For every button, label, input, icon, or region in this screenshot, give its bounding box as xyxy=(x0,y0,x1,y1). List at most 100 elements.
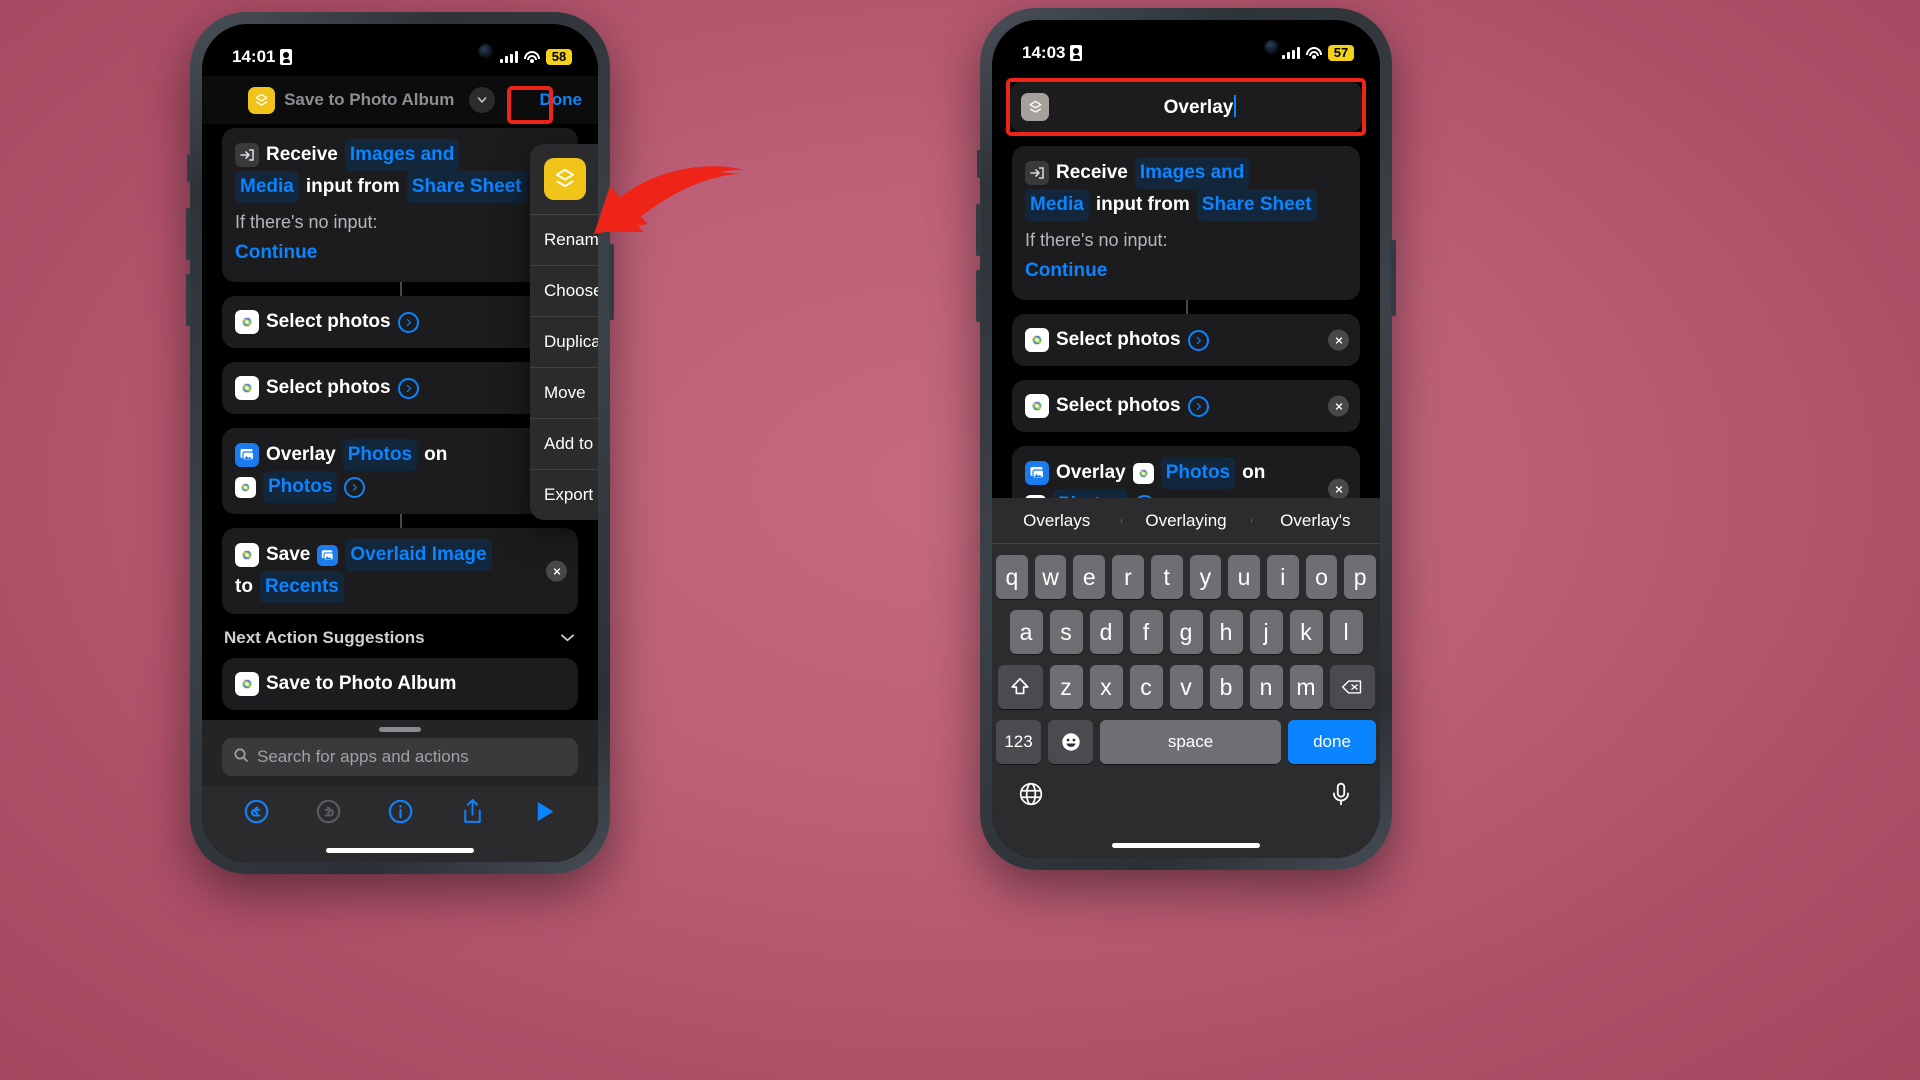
action-select-photos-1[interactable]: Select photos xyxy=(1012,314,1360,366)
done-key[interactable]: done xyxy=(1288,720,1376,764)
key-q[interactable]: q xyxy=(995,555,1028,599)
done-button[interactable]: Done xyxy=(540,90,583,110)
volume-down-button[interactable] xyxy=(976,270,981,322)
menu-item-add-to-home-screen[interactable]: Add to Home Screen xyxy=(530,419,598,470)
lock-icon xyxy=(1070,45,1083,61)
mute-switch[interactable] xyxy=(977,150,981,178)
key-g[interactable]: g xyxy=(1169,610,1203,654)
prediction-2[interactable]: Overlaying xyxy=(1121,511,1250,531)
space-key[interactable]: space xyxy=(1100,720,1281,764)
key-d[interactable]: d xyxy=(1089,610,1123,654)
action-receive-input[interactable]: Receive Images and Media input from Shar… xyxy=(1012,146,1360,314)
token-images-and[interactable]: Images and xyxy=(1134,157,1250,189)
token-media[interactable]: Media xyxy=(1025,189,1089,221)
close-icon[interactable] xyxy=(1328,329,1349,351)
photos-icon xyxy=(235,310,259,334)
token-images-and[interactable]: Images and xyxy=(344,139,460,171)
suggestion-save-to-photo-album[interactable]: Save to Photo Album xyxy=(222,658,578,710)
key-n[interactable]: n xyxy=(1249,665,1283,709)
key-f[interactable]: f xyxy=(1129,610,1163,654)
prediction-3[interactable]: Overlay's xyxy=(1250,511,1380,531)
key-i[interactable]: i xyxy=(1266,555,1299,599)
shortcuts-layers-icon[interactable] xyxy=(1021,93,1049,121)
key-j[interactable]: j xyxy=(1249,610,1283,654)
key-y[interactable]: y xyxy=(1189,555,1222,599)
key-p[interactable]: p xyxy=(1344,555,1377,599)
key-v[interactable]: v xyxy=(1169,665,1203,709)
token-continue[interactable]: Continue xyxy=(1025,255,1107,287)
close-icon[interactable] xyxy=(1328,395,1349,417)
menu-item-choose-icon[interactable]: Choose Icon xyxy=(530,266,598,317)
action-select-photos-2[interactable]: Select photos xyxy=(1012,380,1360,432)
mute-switch[interactable] xyxy=(187,154,191,182)
prediction-1[interactable]: Overlays xyxy=(992,511,1121,531)
token-continue[interactable]: Continue xyxy=(235,237,317,269)
menu-item-duplicate[interactable]: Duplicate xyxy=(530,317,598,368)
input-from-label: input from xyxy=(1095,194,1190,215)
key-c[interactable]: c xyxy=(1129,665,1163,709)
action-save-to-photo-album[interactable]: Save Overlaid Image to Recents xyxy=(222,528,578,614)
action-select-photos-2[interactable]: Select photos xyxy=(222,362,578,414)
token-photos-2[interactable]: Photos xyxy=(263,471,338,503)
search-input[interactable]: Search for apps and actions xyxy=(222,738,578,776)
key-l[interactable]: l xyxy=(1329,610,1363,654)
share-icon[interactable] xyxy=(459,798,486,830)
key-o[interactable]: o xyxy=(1305,555,1338,599)
menu-item-export-file[interactable]: Export File xyxy=(530,470,598,520)
token-overlaid-image[interactable]: Overlaid Image xyxy=(345,539,492,571)
volume-down-button[interactable] xyxy=(186,274,191,326)
keyboard-row-4: 123 space done xyxy=(992,720,1380,764)
redo-icon xyxy=(315,798,342,830)
menu-item-move[interactable]: Move xyxy=(530,368,598,419)
key-z[interactable]: z xyxy=(1049,665,1083,709)
chevron-right-circle-icon[interactable] xyxy=(344,476,366,498)
close-icon[interactable] xyxy=(546,560,567,582)
close-icon[interactable] xyxy=(1328,478,1349,500)
globe-icon[interactable] xyxy=(1018,781,1044,812)
key-w[interactable]: w xyxy=(1034,555,1067,599)
key-m[interactable]: m xyxy=(1289,665,1323,709)
token-share-sheet[interactable]: Share Sheet xyxy=(1196,189,1317,221)
shift-up-icon[interactable] xyxy=(997,665,1043,709)
token-recents[interactable]: Recents xyxy=(259,571,344,603)
token-share-sheet[interactable]: Share Sheet xyxy=(406,171,527,203)
key-s[interactable]: s xyxy=(1049,610,1083,654)
volume-up-button[interactable] xyxy=(976,204,981,256)
chevron-right-circle-icon[interactable] xyxy=(397,377,419,399)
key-r[interactable]: r xyxy=(1112,555,1144,599)
sheet-grabber[interactable] xyxy=(379,727,421,732)
action-select-photos-1[interactable]: Select photos xyxy=(222,296,578,348)
power-button[interactable] xyxy=(1391,240,1396,316)
emoji-icon[interactable] xyxy=(1048,720,1093,764)
key-t[interactable]: t xyxy=(1150,555,1183,599)
chevron-right-circle-icon[interactable] xyxy=(1187,395,1209,417)
key-k[interactable]: k xyxy=(1289,610,1323,654)
microphone-icon[interactable] xyxy=(1328,781,1354,812)
key-b[interactable]: b xyxy=(1209,665,1243,709)
key-x[interactable]: x xyxy=(1089,665,1123,709)
chevron-right-circle-icon[interactable] xyxy=(1187,329,1209,351)
key-e[interactable]: e xyxy=(1073,555,1106,599)
key-h[interactable]: h xyxy=(1209,610,1243,654)
battery-percent: 57 xyxy=(1328,45,1354,61)
action-overlay-image[interactable]: Overlay Photos on Photos xyxy=(222,428,578,528)
volume-up-button[interactable] xyxy=(186,208,191,260)
chevron-down-icon[interactable] xyxy=(559,628,576,648)
shortcut-name-input[interactable]: Overlay xyxy=(1010,82,1362,132)
chevron-right-circle-icon[interactable] xyxy=(397,311,419,333)
next-action-suggestions-header[interactable]: Next Action Suggestions xyxy=(224,628,576,648)
info-circle-icon[interactable] xyxy=(387,798,414,830)
cellular-bars-icon xyxy=(1282,47,1300,59)
action-receive-input[interactable]: Receive Images and Media input from Shar… xyxy=(222,128,578,296)
numbers-key[interactable]: 123 xyxy=(996,720,1041,764)
token-photos-1[interactable]: Photos xyxy=(1160,457,1236,489)
backspace-icon[interactable] xyxy=(1329,665,1375,709)
chevron-down-icon[interactable] xyxy=(469,87,496,113)
token-media[interactable]: Media xyxy=(235,171,299,203)
token-photos-1[interactable]: Photos xyxy=(342,439,418,471)
play-icon[interactable] xyxy=(531,798,558,830)
key-a[interactable]: a xyxy=(1009,610,1043,654)
action-label: Overlay xyxy=(1056,462,1126,483)
undo-icon[interactable] xyxy=(243,798,270,830)
key-u[interactable]: u xyxy=(1228,555,1260,599)
